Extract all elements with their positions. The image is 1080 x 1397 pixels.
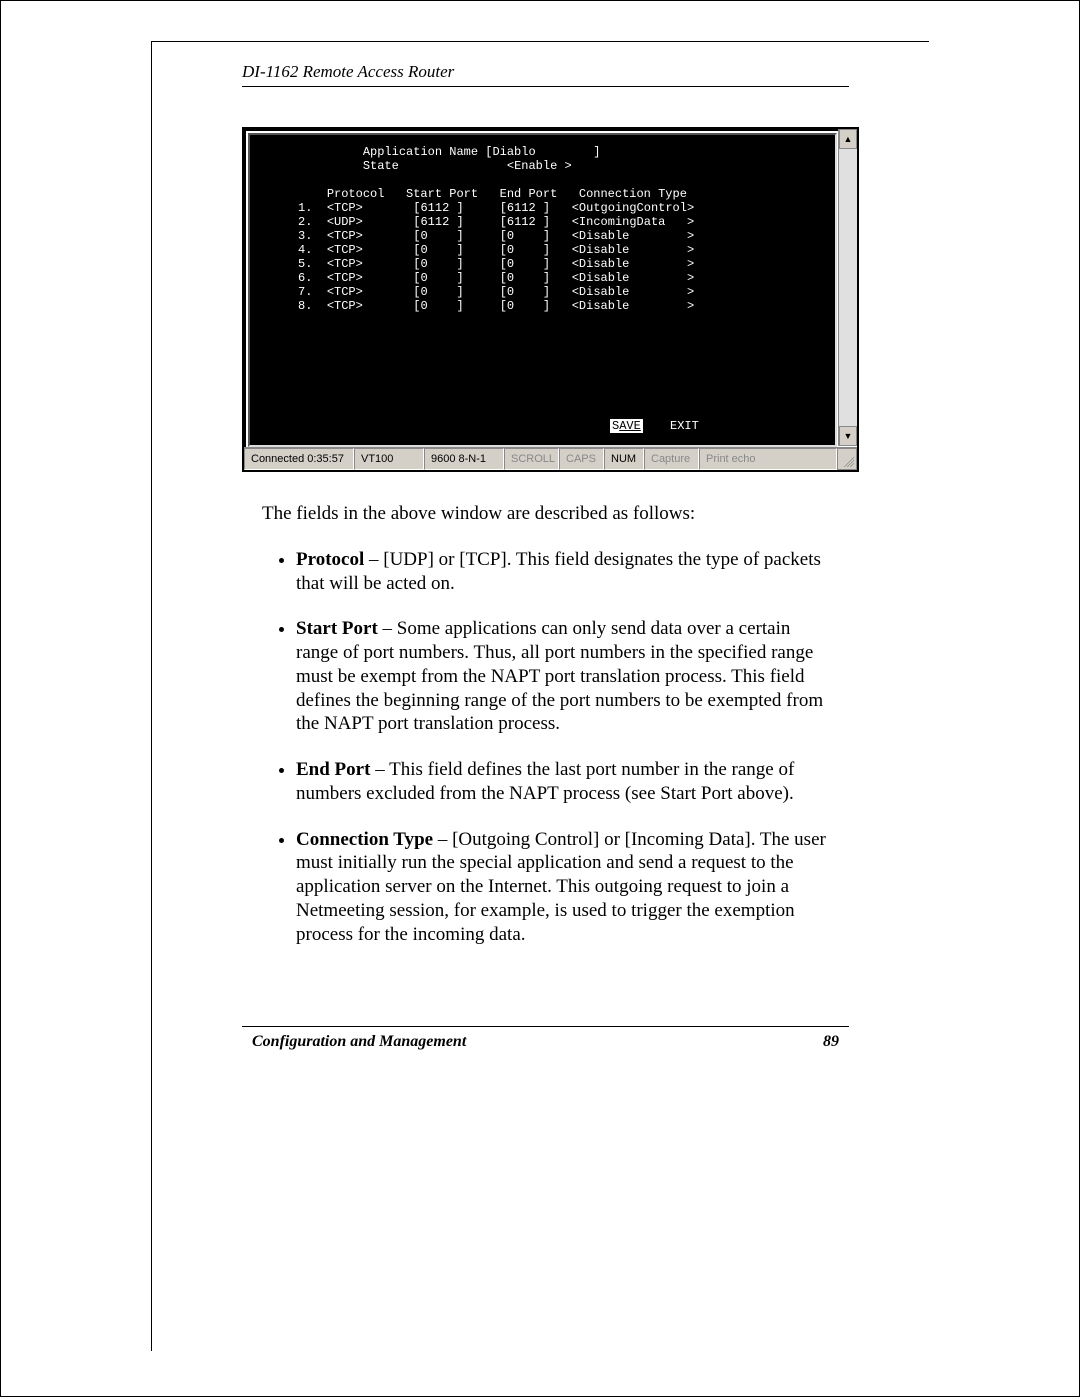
status-bar: Connected 0:35:57 VT100 9600 8-N-1 SCROL… [244, 447, 857, 470]
page-running-header: DI-1162 Remote Access Router [242, 62, 929, 82]
footer-page-number: 89 [823, 1033, 839, 1051]
footer-rule [242, 1026, 849, 1027]
term-row: 4. <TCP> [0 ] [0 ] <Disable > [262, 243, 694, 257]
scroll-up-icon[interactable]: ▲ [839, 129, 857, 149]
status-scroll: SCROLL [504, 448, 559, 470]
status-capture: Capture [644, 448, 699, 470]
status-emulation: VT100 [354, 448, 424, 470]
list-item: Protocol – [UDP] or [TCP]. This field de… [296, 548, 829, 596]
exit-button[interactable]: EXIT [670, 419, 699, 433]
status-connected: Connected 0:35:57 [244, 448, 354, 470]
terminal-screen[interactable]: Application Name [Diablo ] State <Enable… [248, 133, 837, 447]
page: DI-1162 Remote Access Router Application… [0, 0, 1080, 1397]
intro-text: The fields in the above window are descr… [262, 502, 829, 526]
term-line: Application Name [Diablo ] [262, 145, 600, 159]
term-line: Protocol Start Port End Port Connection … [262, 187, 687, 201]
list-item: End Port – This field defines the last p… [296, 758, 829, 806]
field-list: Protocol – [UDP] or [TCP]. This field de… [262, 548, 829, 947]
term-row: 7. <TCP> [0 ] [0 ] <Disable > [262, 285, 694, 299]
field-text: – This field defines the last port numbe… [296, 759, 794, 804]
terminal-window: Application Name [Diablo ] State <Enable… [242, 127, 859, 472]
terminal-outer: Application Name [Diablo ] State <Enable… [242, 127, 859, 472]
header-rule [242, 86, 849, 87]
term-line: State <Enable > [262, 159, 572, 173]
body-text: The fields in the above window are descr… [262, 502, 829, 946]
term-row: 2. <UDP> [6112 ] [6112 ] <IncomingData > [262, 215, 694, 229]
term-row: 8. <TCP> [0 ] [0 ] <Disable > [262, 299, 694, 313]
vertical-scrollbar[interactable]: ▲ ▼ [838, 129, 857, 446]
field-label: Connection Type [296, 829, 433, 850]
field-label: Protocol [296, 549, 364, 570]
status-num: NUM [604, 448, 644, 470]
save-button[interactable]: SAVE [610, 419, 643, 433]
status-line-settings: 9600 8-N-1 [424, 448, 504, 470]
scroll-down-icon[interactable]: ▼ [839, 426, 857, 446]
footer-section: Configuration and Management [252, 1033, 466, 1051]
field-text: – [UDP] or [TCP]. This field designates … [296, 549, 821, 594]
list-item: Start Port – Some applications can only … [296, 617, 829, 736]
term-row: 1. <TCP> [6112 ] [6112 ] <OutgoingContro… [262, 201, 694, 215]
content-frame: DI-1162 Remote Access Router Application… [151, 41, 929, 1351]
term-row: 3. <TCP> [0 ] [0 ] <Disable > [262, 229, 694, 243]
field-label: Start Port [296, 618, 378, 639]
resize-grip-icon[interactable] [837, 448, 857, 470]
status-printecho: Print echo [699, 448, 837, 470]
footer: Configuration and Management 89 [252, 1033, 839, 1051]
field-label: End Port [296, 759, 370, 780]
status-caps: CAPS [559, 448, 604, 470]
term-row: 6. <TCP> [0 ] [0 ] <Disable > [262, 271, 694, 285]
term-row: 5. <TCP> [0 ] [0 ] <Disable > [262, 257, 694, 271]
list-item: Connection Type – [Outgoing Control] or … [296, 828, 829, 947]
